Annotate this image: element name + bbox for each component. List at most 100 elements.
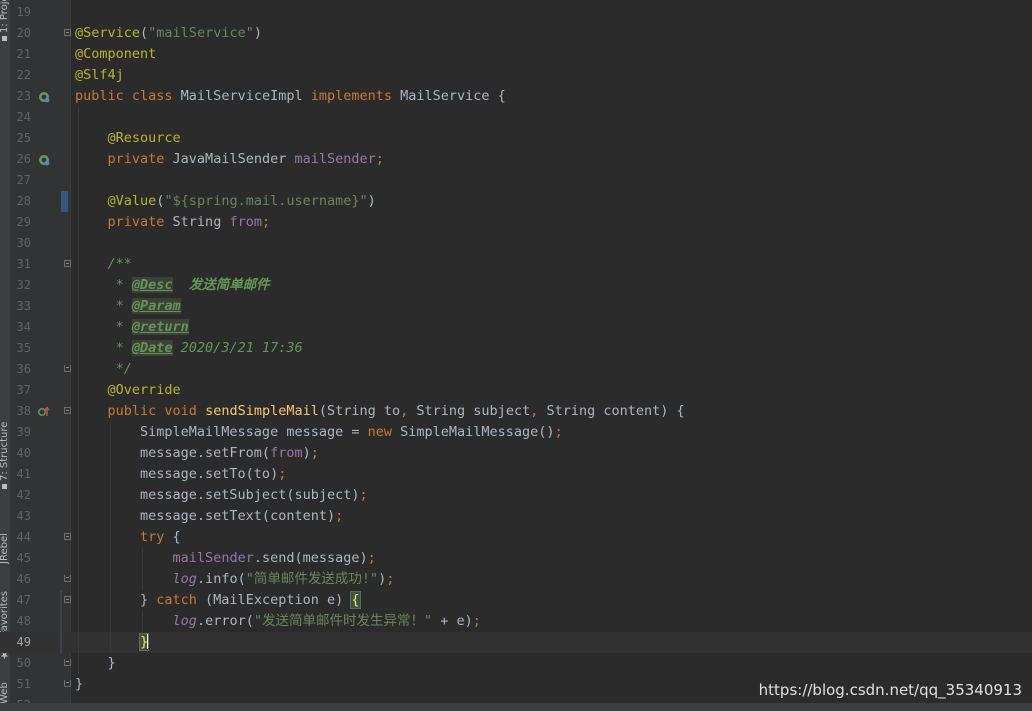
- code-text[interactable]: }: [75, 633, 150, 651]
- line-number: 28: [16, 194, 31, 208]
- code-text[interactable]: /**: [75, 256, 132, 273]
- vcs-change-marker[interactable]: [60, 632, 62, 653]
- code-line-34[interactable]: 34 * @return: [0, 317, 1032, 338]
- line-number: 37: [16, 383, 31, 397]
- code-line-48[interactable]: 48 log.error("发送简单邮件时发生异常！" + e);: [0, 611, 1032, 632]
- code-text[interactable]: log.error("发送简单邮件时发生异常！" + e);: [75, 613, 481, 630]
- code-text[interactable]: @Resource: [75, 130, 181, 147]
- code-text[interactable]: */: [75, 361, 132, 378]
- code-text[interactable]: }: [75, 655, 116, 672]
- code-line-33[interactable]: 33 * @Param: [0, 296, 1032, 317]
- code-text[interactable]: public void sendSimpleMail(String to, St…: [75, 403, 685, 420]
- code-line-30[interactable]: 30: [0, 233, 1032, 254]
- code-text[interactable]: @Override: [75, 382, 181, 399]
- code-line-22[interactable]: 22 @Slf4j: [0, 65, 1032, 86]
- code-text[interactable]: message.setSubject(subject);: [75, 487, 368, 504]
- line-number: 31: [16, 257, 31, 271]
- code-text[interactable]: * @Param: [75, 298, 181, 315]
- fold-start-icon[interactable]: [64, 596, 71, 603]
- code-line-46[interactable]: 46 log.info("简单邮件发送成功!");: [0, 569, 1032, 590]
- line-number: 47: [16, 593, 31, 607]
- code-line-40[interactable]: 40 message.setFrom(from);: [0, 443, 1032, 464]
- code-line-44[interactable]: 44 try {: [0, 527, 1032, 548]
- line-number: 20: [16, 26, 31, 40]
- vcs-change-marker[interactable]: [60, 590, 62, 611]
- fold-end-icon[interactable]: [64, 680, 71, 687]
- code-text[interactable]: private String from;: [75, 214, 271, 231]
- fold-start-icon[interactable]: [64, 533, 71, 540]
- vcs-change-marker[interactable]: [60, 611, 62, 632]
- fold-start-icon[interactable]: [64, 407, 71, 414]
- fold-start-icon[interactable]: [64, 260, 71, 267]
- code-line-42[interactable]: 42 message.setSubject(subject);: [0, 485, 1032, 506]
- code-line-31[interactable]: 31 /**: [0, 254, 1032, 275]
- line-number: 32: [16, 278, 31, 292]
- indent-guide: [110, 422, 111, 653]
- code-line-21[interactable]: 21 @Component: [0, 44, 1032, 65]
- code-text[interactable]: mailSender.send(message);: [75, 550, 376, 567]
- code-line-19[interactable]: 19: [0, 2, 1032, 23]
- line-number: 51: [16, 677, 31, 691]
- horizontal-scrollbar[interactable]: [0, 703, 1032, 711]
- code-line-23[interactable]: 23 public class MailServiceImpl implement…: [0, 86, 1032, 107]
- code-line-25[interactable]: 25 @Resource: [0, 128, 1032, 149]
- code-text[interactable]: try {: [75, 529, 181, 546]
- line-number: 39: [16, 425, 31, 439]
- override-method-icon[interactable]: [38, 406, 50, 418]
- line-number: 46: [16, 572, 31, 586]
- line-number: 33: [16, 299, 31, 313]
- code-line-32[interactable]: 32 * @Desc 发送简单邮件: [0, 275, 1032, 296]
- code-text[interactable]: * @Date 2020/3/21 17:36: [75, 340, 303, 357]
- code-line-36[interactable]: 36 */: [0, 359, 1032, 380]
- change-marker[interactable]: [61, 191, 68, 212]
- code-text[interactable]: private JavaMailSender mailSender;: [75, 151, 384, 168]
- code-text[interactable]: public class MailServiceImpl implements …: [75, 88, 506, 105]
- code-line-38[interactable]: 38 public void sendSimpleMail(String to,…: [0, 401, 1032, 422]
- fold-end-icon[interactable]: [64, 659, 71, 666]
- code-line-47[interactable]: 47 } catch (MailException e) {: [0, 590, 1032, 611]
- code-line-50[interactable]: 50 }: [0, 653, 1032, 674]
- code-line-35[interactable]: 35 * @Date 2020/3/21 17:36: [0, 338, 1032, 359]
- code-text[interactable]: message.setText(content);: [75, 508, 343, 525]
- line-number: 27: [16, 173, 31, 187]
- code-line-37[interactable]: 37 @Override: [0, 380, 1032, 401]
- code-text[interactable]: } catch (MailException e) {: [75, 591, 361, 609]
- code-text[interactable]: log.info("简单邮件发送成功!");: [75, 571, 395, 588]
- code-text[interactable]: @Service("mailService"): [75, 25, 262, 42]
- fold-end-icon[interactable]: [64, 575, 71, 582]
- code-line-39[interactable]: 39 SimpleMailMessage message = new Simpl…: [0, 422, 1032, 443]
- code-text[interactable]: message.setTo(to);: [75, 466, 286, 483]
- spring-component-icon[interactable]: [38, 91, 50, 103]
- fold-end-icon[interactable]: [64, 365, 71, 372]
- code-line-27[interactable]: 27: [0, 170, 1032, 191]
- code-text[interactable]: * @Desc 发送简单邮件: [75, 277, 270, 294]
- code-text[interactable]: }: [75, 676, 83, 693]
- code-text[interactable]: @Component: [75, 46, 156, 63]
- code-line-45[interactable]: 45 mailSender.send(message);: [0, 548, 1032, 569]
- line-number: 49: [16, 635, 31, 649]
- line-number: 29: [16, 215, 31, 229]
- line-number: 26: [16, 152, 31, 166]
- code-line-43[interactable]: 43 message.setText(content);: [0, 506, 1032, 527]
- code-line-24[interactable]: 24: [0, 107, 1032, 128]
- line-number: 21: [16, 47, 31, 61]
- line-number: 30: [16, 236, 31, 250]
- line-number: 43: [16, 509, 31, 523]
- code-line-28[interactable]: 28 @Value("${spring.mail.username}"): [0, 191, 1032, 212]
- line-number: 22: [16, 68, 31, 82]
- spring-bean-icon[interactable]: [38, 154, 50, 166]
- line-number: 35: [16, 341, 31, 355]
- code-text[interactable]: message.setFrom(from);: [75, 445, 319, 462]
- code-editor[interactable]: 19 20 @Service("mailService") 21 @Component 2…: [0, 0, 1032, 711]
- code-text[interactable]: @Value("${spring.mail.username}"): [75, 193, 376, 210]
- code-line-20[interactable]: 20 @Service("mailService"): [0, 23, 1032, 44]
- code-line-41[interactable]: 41 message.setTo(to);: [0, 464, 1032, 485]
- ide-window: 1: Project 7: Structure JRebel ★2: Favor…: [0, 0, 1032, 711]
- code-line-26[interactable]: 26 private JavaMailSender mailSender;: [0, 149, 1032, 170]
- code-text[interactable]: SimpleMailMessage message = new SimpleMa…: [75, 424, 563, 441]
- fold-start-icon[interactable]: [64, 29, 71, 36]
- code-line-29[interactable]: 29 private String from;: [0, 212, 1032, 233]
- code-text[interactable]: @Slf4j: [75, 67, 124, 84]
- code-text[interactable]: * @return: [75, 319, 189, 336]
- code-line-49[interactable]: 49 }: [0, 632, 1032, 653]
